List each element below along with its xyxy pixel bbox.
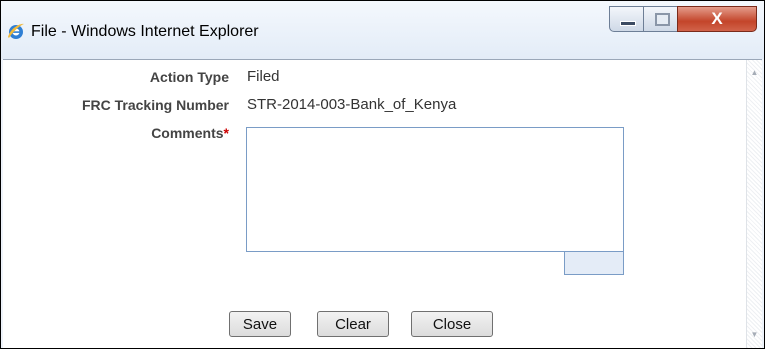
save-button[interactable]: Save	[229, 311, 291, 337]
close-button[interactable]: Close	[411, 311, 493, 337]
comments-label: Comments*	[63, 125, 229, 141]
close-icon: X	[711, 9, 723, 28]
action-type-value: Filed	[247, 68, 280, 85]
close-window-button[interactable]: X	[677, 6, 757, 32]
minimize-button[interactable]	[609, 6, 644, 32]
comments-textarea[interactable]	[246, 127, 624, 252]
maximize-icon	[655, 13, 670, 26]
internet-explorer-icon	[8, 23, 24, 39]
scroll-down-arrow-icon[interactable]: ▼	[747, 330, 762, 340]
minimize-icon	[620, 21, 636, 26]
scroll-up-arrow-icon[interactable]: ▲	[747, 68, 762, 78]
vertical-scrollbar[interactable]: ▲ ▼	[746, 60, 762, 348]
required-asterisk: *	[223, 125, 229, 141]
frc-tracking-number-label: FRC Tracking Number	[81, 97, 229, 113]
window-controls: X	[609, 6, 759, 32]
page-content: Action Type Filed FRC Tracking Number ST…	[3, 59, 762, 348]
character-counter-box	[564, 251, 624, 275]
comments-label-text: Comments	[151, 125, 224, 141]
window-title: File - Windows Internet Explorer	[31, 23, 259, 40]
title-bar[interactable]: File - Windows Internet Explorer X	[1, 1, 764, 59]
ie-popup-window: File - Windows Internet Explorer X Actio…	[0, 0, 765, 349]
frc-tracking-number-value: STR-2014-003-Bank_of_Kenya	[247, 96, 457, 113]
clear-button[interactable]: Clear	[317, 311, 389, 337]
action-type-label: Action Type	[149, 69, 229, 85]
maximize-button[interactable]	[643, 6, 678, 32]
